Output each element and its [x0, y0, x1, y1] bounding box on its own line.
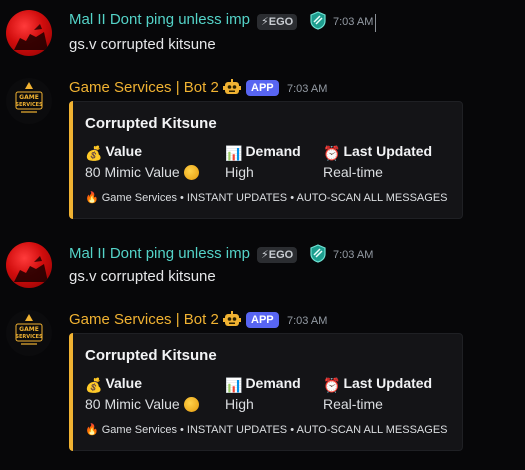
bot-avatar[interactable]: GAME SERVICES — [6, 78, 52, 124]
game-services-logo-icon: GAME SERVICES — [15, 314, 43, 345]
lightning-icon: ⚡ — [261, 16, 269, 28]
embed-title: Corrupted Kitsune — [85, 115, 217, 132]
robot-icon — [223, 311, 241, 326]
alarm-clock-icon: ⏰ — [323, 145, 341, 161]
avatar[interactable] — [6, 242, 52, 288]
field-demand-name: 📊 Demand — [225, 143, 301, 161]
author-name[interactable]: Game Services | Bot 2 — [69, 79, 219, 96]
bot-avatar[interactable]: GAME SERVICES — [6, 310, 52, 356]
author-name[interactable]: Game Services | Bot 2 — [69, 311, 219, 328]
field-updated-name: ⏰ Last Updated — [323, 375, 433, 393]
field-value-name: 💰 Value — [85, 375, 143, 393]
ego-badge[interactable]: ⚡EGO — [257, 14, 298, 30]
ego-badge[interactable]: ⚡EGO — [257, 247, 298, 263]
timestamp: 7:03 AM — [333, 16, 374, 28]
field-demand-name: 📊 Demand — [225, 375, 301, 393]
coin-icon — [183, 397, 199, 412]
field-updated-value: Real-time — [323, 164, 383, 180]
field-value-value: 80 Mimic Value — [85, 164, 199, 180]
money-bag-icon: 💰 — [85, 377, 103, 393]
embed-card: Corrupted Kitsune 💰 Value 80 Mimic Value … — [69, 101, 463, 219]
chart-icon: 📊 — [225, 377, 243, 393]
field-demand-value: High — [225, 164, 254, 180]
svg-text:SERVICES: SERVICES — [15, 334, 43, 340]
field-updated-value: Real-time — [323, 396, 383, 412]
shield-icon[interactable] — [309, 11, 327, 30]
money-bag-icon: 💰 — [85, 145, 103, 161]
svg-text:GAME: GAME — [19, 94, 39, 101]
game-services-logo-icon: GAME SERVICES — [15, 82, 43, 113]
shield-icon[interactable] — [309, 244, 327, 263]
timestamp: 7:03 AM — [333, 249, 374, 261]
svg-text:GAME: GAME — [19, 326, 39, 333]
embed-card: Corrupted Kitsune 💰 Value 80 Mimic Value … — [69, 333, 463, 451]
timestamp: 7:03 AM — [287, 83, 328, 95]
timestamp: 7:03 AM — [287, 315, 328, 327]
field-demand-value: High — [225, 396, 254, 412]
message-text: gs.v corrupted kitsune — [69, 268, 216, 285]
author-name[interactable]: Mal II Dont ping unless imp — [69, 245, 250, 262]
chart-icon: 📊 — [225, 145, 243, 161]
author-name[interactable]: Mal II Dont ping unless imp — [69, 11, 250, 28]
field-updated-name: ⏰ Last Updated — [323, 143, 433, 161]
svg-text:SERVICES: SERVICES — [15, 102, 43, 108]
embed-footer: 🔥 Game Services • INSTANT UPDATES • AUTO… — [85, 424, 448, 436]
embed-title: Corrupted Kitsune — [85, 347, 217, 364]
message-text: gs.v corrupted kitsune — [69, 36, 216, 53]
robot-icon — [223, 79, 241, 94]
app-badge: APP — [246, 312, 279, 328]
field-value-name: 💰 Value — [85, 143, 143, 161]
avatar-figure-icon — [14, 24, 48, 50]
coin-icon — [183, 165, 199, 180]
lightning-icon: ⚡ — [261, 249, 269, 261]
app-badge: APP — [246, 80, 279, 96]
embed-footer: 🔥 Game Services • INSTANT UPDATES • AUTO… — [85, 192, 448, 204]
alarm-clock-icon: ⏰ — [323, 377, 341, 393]
avatar-figure-icon — [14, 256, 48, 282]
text-caret — [375, 14, 376, 32]
field-value-value: 80 Mimic Value — [85, 396, 199, 412]
avatar[interactable] — [6, 10, 52, 56]
